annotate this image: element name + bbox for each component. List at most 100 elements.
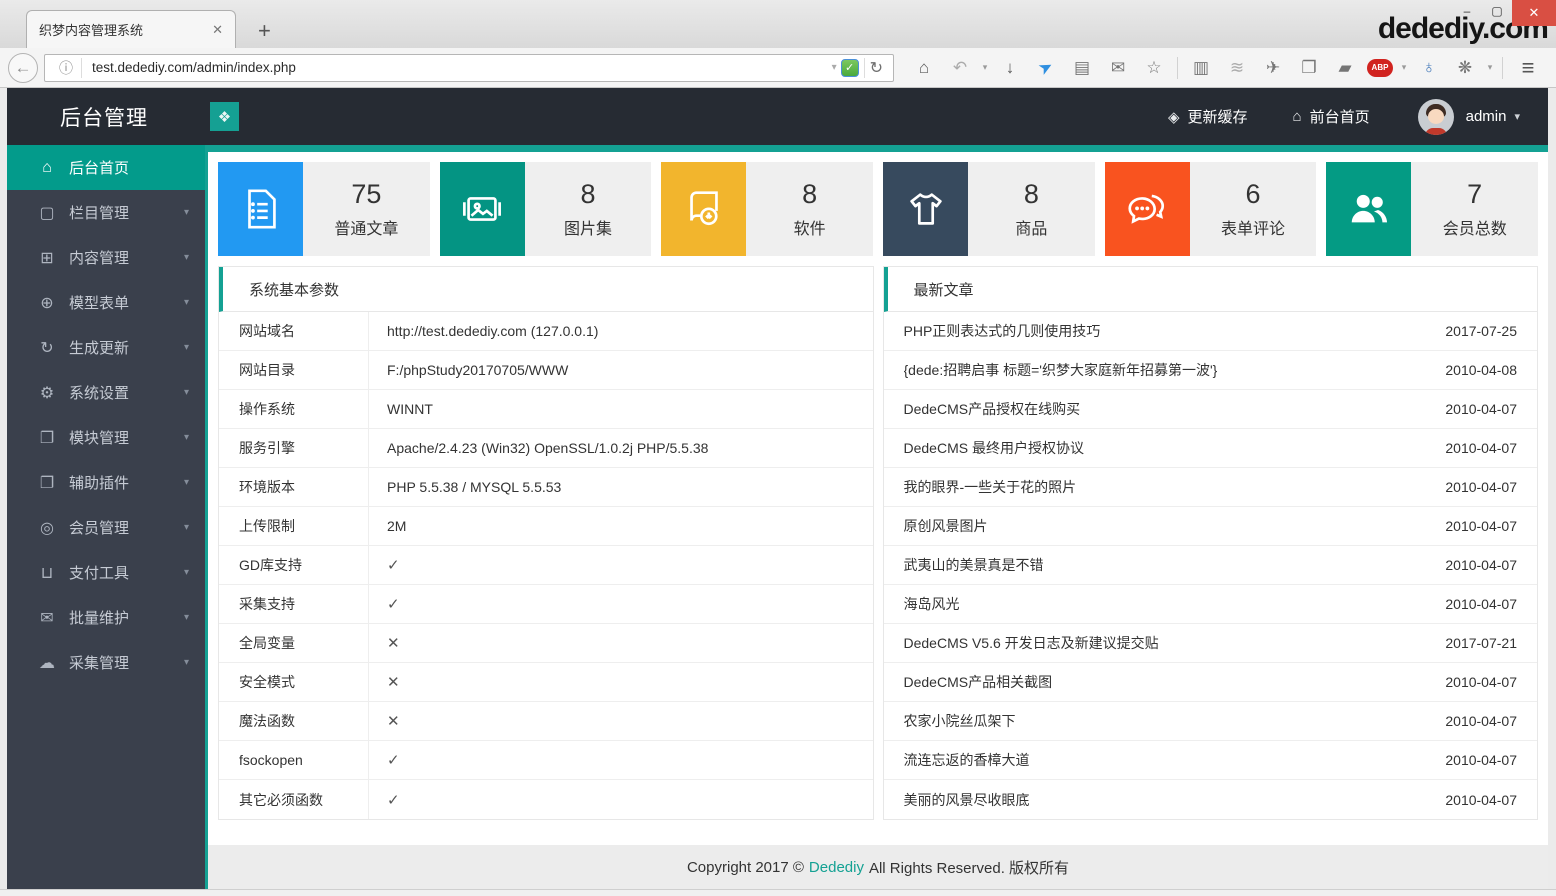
sidebar-item[interactable]: ↻ 生成更新 ▾ <box>7 325 205 370</box>
article-date: 2017-07-21 <box>1445 635 1517 651</box>
param-label: 环境版本 <box>219 468 369 506</box>
stat-card-articles[interactable]: 75 普通文章 <box>218 162 430 256</box>
param-label: fsockopen <box>219 741 369 779</box>
folder-icon[interactable]: ▰ <box>1327 58 1363 78</box>
articles-rows: PHP正则表达式的几则使用技巧 2017-07-25 {dede:招聘启事 标题… <box>884 312 1538 819</box>
footer-brand-link[interactable]: Dedediy <box>809 859 864 876</box>
window-close-button[interactable]: ✕ <box>1512 0 1556 26</box>
sidebar-item[interactable]: ⚙ 系统设置 ▾ <box>7 370 205 415</box>
apps-button[interactable]: ❖ <box>210 102 239 131</box>
article-link[interactable]: 流连忘返的香樟大道 <box>904 750 1030 770</box>
chevron-down-icon: ▾ <box>184 297 189 308</box>
thunderbird-icon[interactable]: ➤ <box>1025 50 1066 85</box>
extension-dropdown-icon[interactable]: ▾ <box>1483 62 1497 73</box>
sidebar-item[interactable]: ⊕ 模型表单 ▾ <box>7 280 205 325</box>
stat-label: 普通文章 <box>334 215 398 239</box>
article-link[interactable]: 武夷山的美景真是不错 <box>904 555 1044 575</box>
list-item: {dede:招聘启事 标题='织梦大家庭新年招募第一波'} 2010-04-08 <box>884 351 1538 390</box>
url-dropdown-icon[interactable]: ▾ <box>828 62 841 73</box>
url-text[interactable]: test.dedediy.com/admin/index.php <box>92 60 828 75</box>
article-link[interactable]: 美丽的风景尽收眼底 <box>904 790 1030 810</box>
window-maximize-button[interactable]: ▢ <box>1482 0 1512 22</box>
addressbook-icon[interactable]: ▤ <box>1064 58 1100 78</box>
sidebar: ⌂ 后台首页 ▾ ▢ 栏目管理 ▾ ⊞ 内容管理 ▾ <box>7 145 208 889</box>
stat-card-products[interactable]: 8 商品 <box>883 162 1095 256</box>
menu-icon[interactable]: ≡ <box>1508 55 1548 81</box>
copyright-suffix: All Rights Reserved. 版权所有 <box>869 857 1069 878</box>
bookmark-star-icon[interactable]: ☆ <box>1136 58 1172 78</box>
list-item: 美丽的风景尽收眼底 2010-04-07 <box>884 780 1538 819</box>
sidebar-item[interactable]: ▢ 栏目管理 ▾ <box>7 190 205 235</box>
shield-icon[interactable]: ✓ <box>841 59 859 77</box>
sidebar-item-label: 模块管理 <box>69 427 129 448</box>
plugin-icon: ❐ <box>37 473 57 493</box>
article-link[interactable]: 海岛风光 <box>904 594 960 614</box>
stat-value: 8 <box>580 179 595 210</box>
article-link[interactable]: 农家小院丝瓜架下 <box>904 711 1016 731</box>
undo-icon[interactable]: ↶ <box>942 58 978 78</box>
window-minimize-button[interactable]: – <box>1452 0 1482 22</box>
username[interactable]: admin <box>1466 108 1507 125</box>
article-link[interactable]: PHP正则表达式的几则使用技巧 <box>904 321 1101 341</box>
sidebar-item[interactable]: ❐ 模块管理 ▾ <box>7 415 205 460</box>
extension-icon[interactable]: ❋ <box>1447 58 1483 78</box>
article-link[interactable]: DedeCMS 最终用户授权协议 <box>904 438 1084 458</box>
sidebar-toggle-icon[interactable]: ❐ <box>1291 58 1327 78</box>
update-cache-button[interactable]: ◈ 更新缓存 <box>1168 106 1248 127</box>
sidebar-item[interactable]: ✉ 批量维护 ▾ <box>7 595 205 640</box>
sidebar-item[interactable]: ⊞ 内容管理 ▾ <box>7 235 205 280</box>
globe-icon[interactable]: ♁ <box>1411 57 1447 78</box>
param-value: F:/phpStudy20170705/WWW <box>369 351 568 389</box>
tab-close-icon[interactable]: ✕ <box>212 22 223 38</box>
info-icon[interactable]: ⓘ <box>51 58 82 78</box>
stat-value: 7 <box>1467 179 1482 210</box>
param-label: 其它必须函数 <box>219 780 369 819</box>
stat-card-body: 6 表单评论 <box>1190 162 1317 256</box>
stat-card-members[interactable]: 7 会员总数 <box>1326 162 1538 256</box>
adblock-dropdown-icon[interactable]: ▾ <box>1397 62 1411 73</box>
list-item: 流连忘返的香樟大道 2010-04-07 <box>884 741 1538 780</box>
stat-card-galleries[interactable]: 8 图片集 <box>440 162 652 256</box>
reload-icon[interactable]: ↻ <box>870 58 887 78</box>
sidebar-item-label: 采集管理 <box>69 652 129 673</box>
sidebar-item[interactable]: ❐ 辅助插件 ▾ <box>7 460 205 505</box>
user-dropdown-icon[interactable]: ▾ <box>1514 110 1520 123</box>
article-link[interactable]: DedeCMS V5.6 开发日志及新建议提交贴 <box>904 633 1159 653</box>
new-tab-button[interactable]: + <box>248 18 281 44</box>
send-icon[interactable]: ✈ <box>1255 58 1291 78</box>
adblock-icon[interactable]: ABP <box>1367 59 1393 77</box>
stat-card-body: 8 软件 <box>746 162 873 256</box>
back-button[interactable]: ← <box>8 53 38 83</box>
sidebar-item[interactable]: ☁ 采集管理 ▾ <box>7 640 205 685</box>
front-page-button[interactable]: ⌂ 前台首页 <box>1293 106 1370 127</box>
rss-icon[interactable]: ≋ <box>1219 58 1255 78</box>
clipboard-icon[interactable]: ▥ <box>1183 58 1219 78</box>
sidebar-item[interactable]: ⌂ 后台首页 ▾ <box>7 145 205 190</box>
stat-card-software[interactable]: 8 软件 <box>661 162 873 256</box>
url-bar[interactable]: ⓘ test.dedediy.com/admin/index.php ▾ ✓ ↻ <box>44 54 894 82</box>
article-link[interactable]: {dede:招聘启事 标题='织梦大家庭新年招募第一波'} <box>904 360 1218 380</box>
undo-dropdown-icon[interactable]: ▾ <box>978 62 992 73</box>
system-params-rows: 网站域名 http://test.dedediy.com (127.0.0.1)… <box>219 312 873 819</box>
chevron-down-icon: ▾ <box>184 612 189 623</box>
article-date: 2010-04-07 <box>1445 401 1517 417</box>
chevron-down-icon: ▾ <box>184 657 189 668</box>
download-icon[interactable]: ↓ <box>992 58 1028 78</box>
stat-card-body: 8 商品 <box>968 162 1095 256</box>
article-link[interactable]: 原创风景图片 <box>904 516 988 536</box>
stat-value: 6 <box>1246 179 1261 210</box>
sidebar-item[interactable]: ◎ 会员管理 ▾ <box>7 505 205 550</box>
sidebar-item[interactable]: ⊔ 支付工具 ▾ <box>7 550 205 595</box>
param-value: ✕ <box>369 624 400 662</box>
stat-card-comments[interactable]: 6 表单评论 <box>1105 162 1317 256</box>
mail-icon[interactable]: ✉ <box>1100 58 1136 78</box>
avatar[interactable] <box>1418 99 1454 135</box>
panel-title: 系统基本参数 <box>219 267 873 312</box>
article-link[interactable]: 我的眼界-一些关于花的照片 <box>904 477 1077 497</box>
home-icon[interactable]: ⌂ <box>906 58 942 78</box>
article-link[interactable]: DedeCMS产品相关截图 <box>904 672 1053 692</box>
article-link[interactable]: DedeCMS产品授权在线购买 <box>904 399 1081 419</box>
browser-tab[interactable]: 织梦内容管理系统 ✕ <box>26 10 236 48</box>
header-actions: ◈ 更新缓存 ⌂ 前台首页 admin ▾ <box>1123 99 1520 135</box>
article-date: 2010-04-08 <box>1445 362 1517 378</box>
